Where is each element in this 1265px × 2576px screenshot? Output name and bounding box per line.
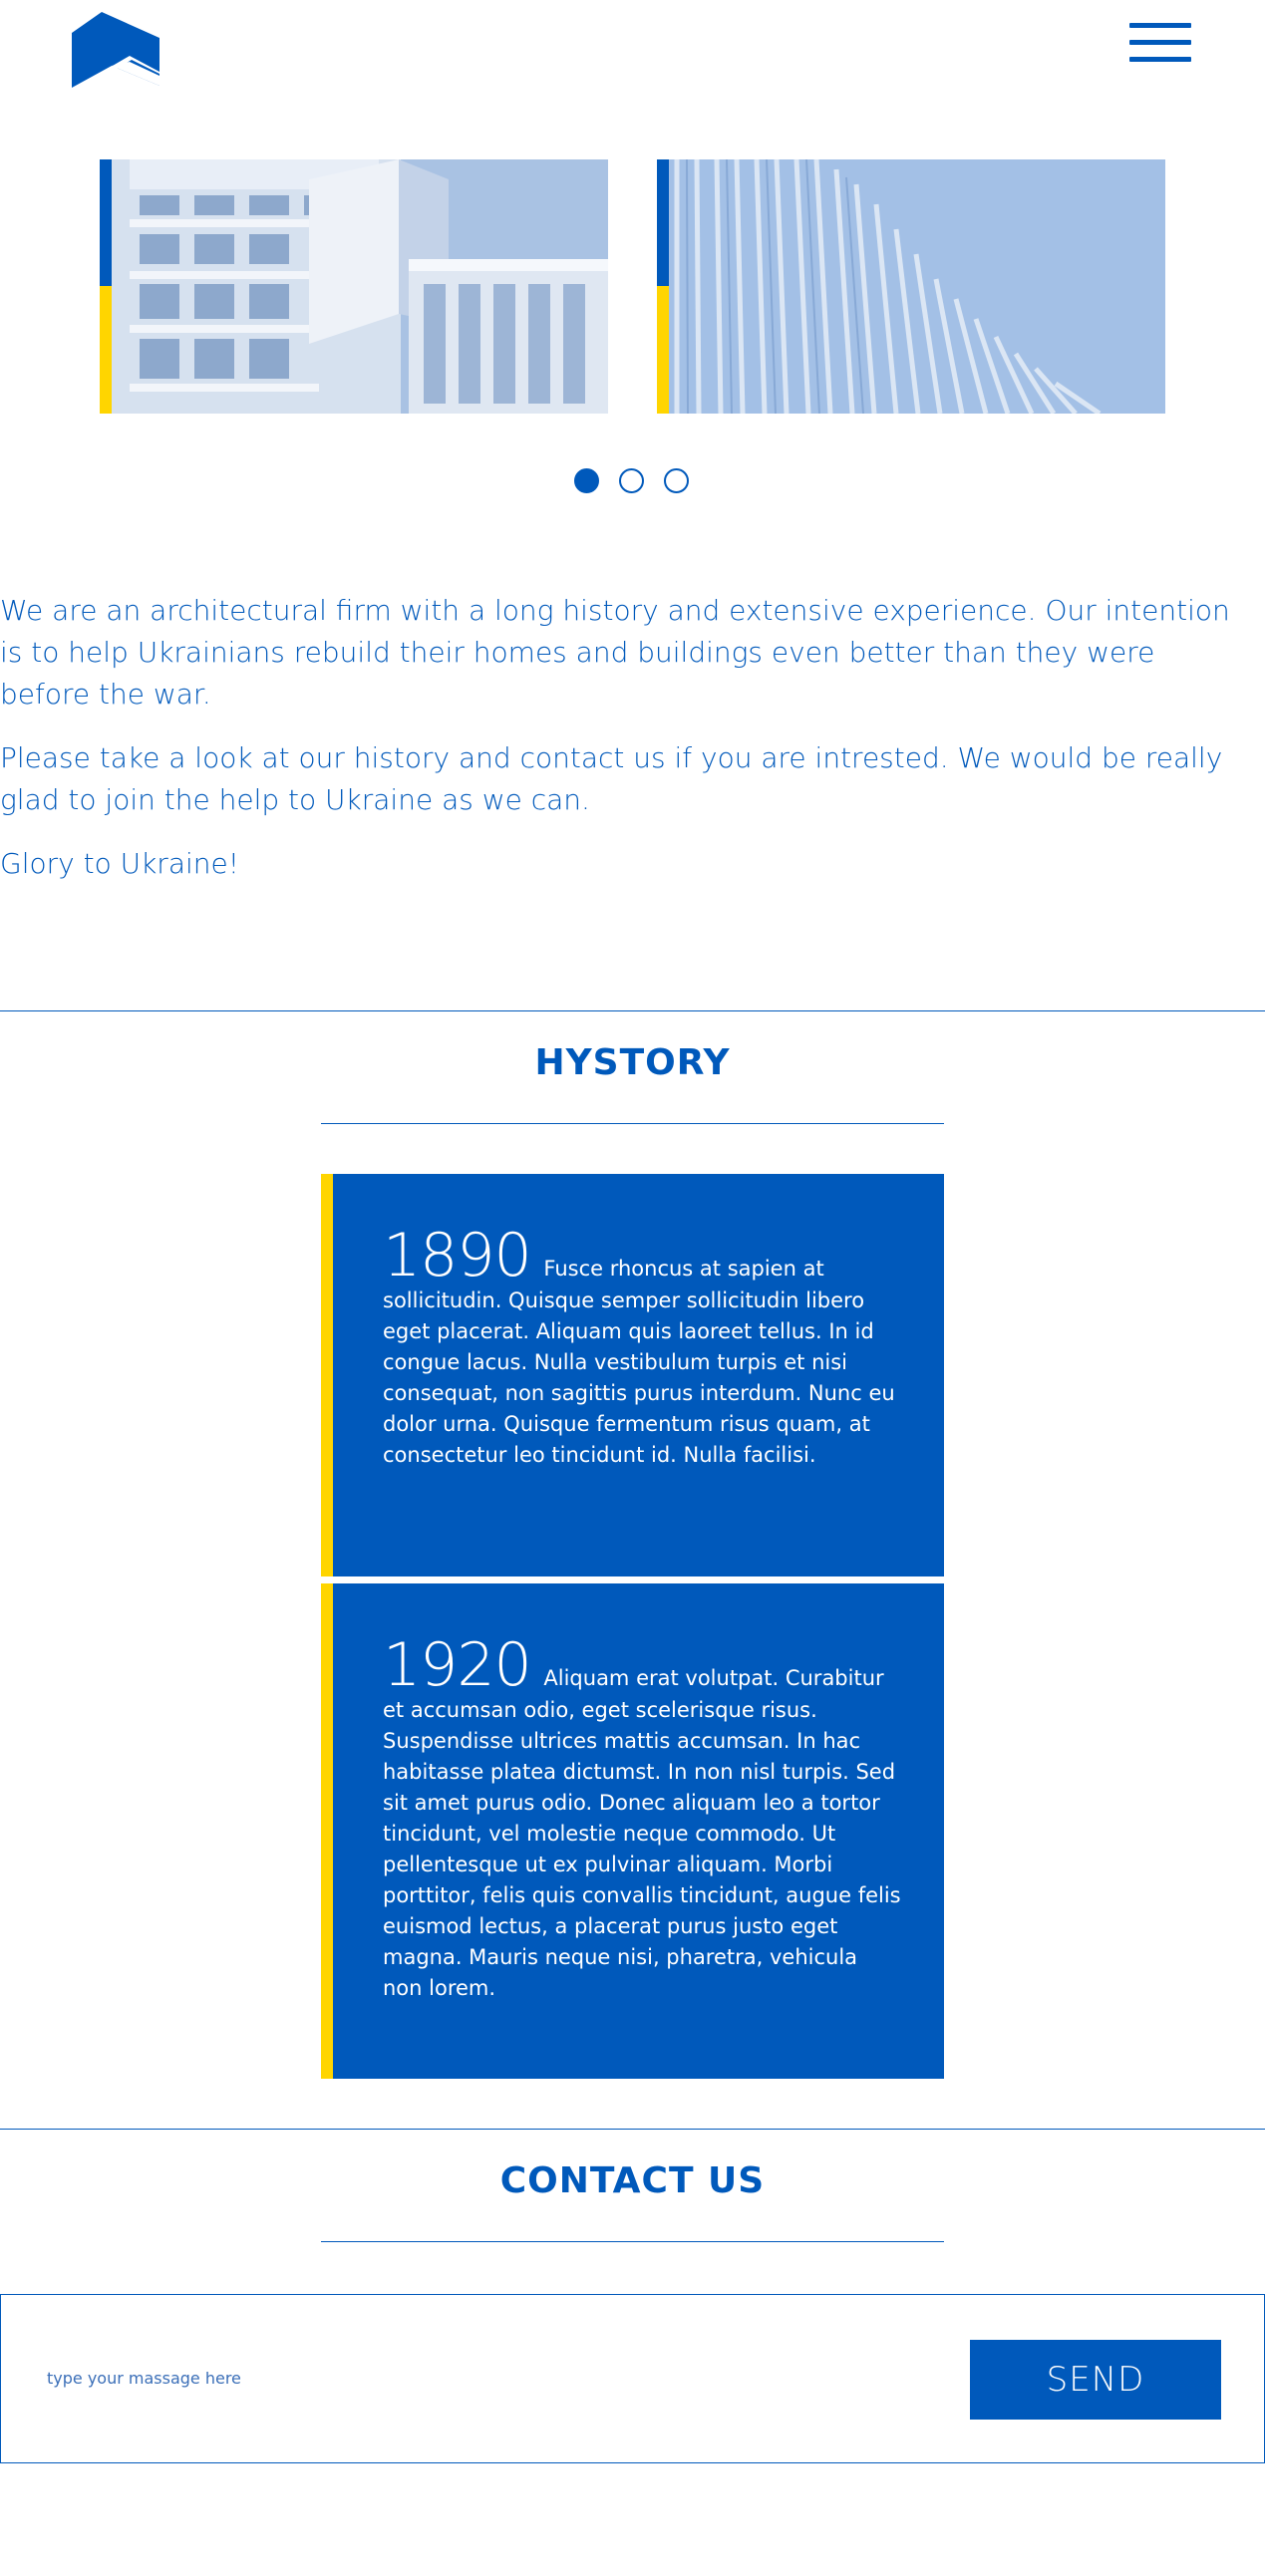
- white-apartment-building-image: [100, 159, 608, 414]
- slider-dot-2[interactable]: [619, 468, 644, 493]
- slider-pagination: [574, 468, 694, 494]
- history-year: 1920: [383, 1630, 532, 1700]
- yellow-accent-bar: [321, 1174, 333, 1576]
- title-underline: [321, 1123, 944, 1124]
- curved-facade-building-image: [657, 159, 1165, 414]
- history-card: 1920 Aliquam erat volutpat. Curabitur et…: [321, 1583, 944, 2079]
- section-divider: [0, 2129, 1265, 2130]
- intro-paragraph: Please take a look at our history and co…: [0, 741, 1223, 816]
- yellow-accent-bar: [321, 1583, 333, 2079]
- slider-dot-1[interactable]: [574, 468, 599, 493]
- message-input[interactable]: [47, 2353, 924, 2403]
- site-header: [0, 0, 1265, 130]
- slide-white-apartment-building[interactable]: [100, 159, 608, 414]
- hamburger-menu-icon[interactable]: [1129, 23, 1191, 63]
- section-divider: [0, 1010, 1265, 1011]
- history-text: Fusce rhoncus at sapien at sollicitudin.…: [383, 1257, 895, 1467]
- history-text: Aliquam erat volutpat. Curabitur et accu…: [383, 1666, 901, 2000]
- intro-paragraph: Glory to Ukraine!: [0, 847, 239, 880]
- history-card: 1890 Fusce rhoncus at sapien at sollicit…: [321, 1174, 944, 1576]
- title-underline: [321, 2241, 944, 2242]
- contact-form: SEND: [0, 2294, 1265, 2463]
- history-year: 1890: [383, 1221, 532, 1290]
- house-roof-logo-icon[interactable]: [72, 12, 159, 88]
- intro-section: We are an architectural firm with a long…: [0, 590, 1265, 907]
- slider-dot-3[interactable]: [664, 468, 689, 493]
- contact-title: CONTACT US: [499, 2160, 766, 2201]
- slide-curved-facade-building[interactable]: [657, 159, 1165, 414]
- intro-paragraph: We are an architectural firm with a long…: [0, 594, 1230, 711]
- send-button[interactable]: SEND: [970, 2340, 1221, 2420]
- history-title: HYSTORY: [534, 1042, 731, 1083]
